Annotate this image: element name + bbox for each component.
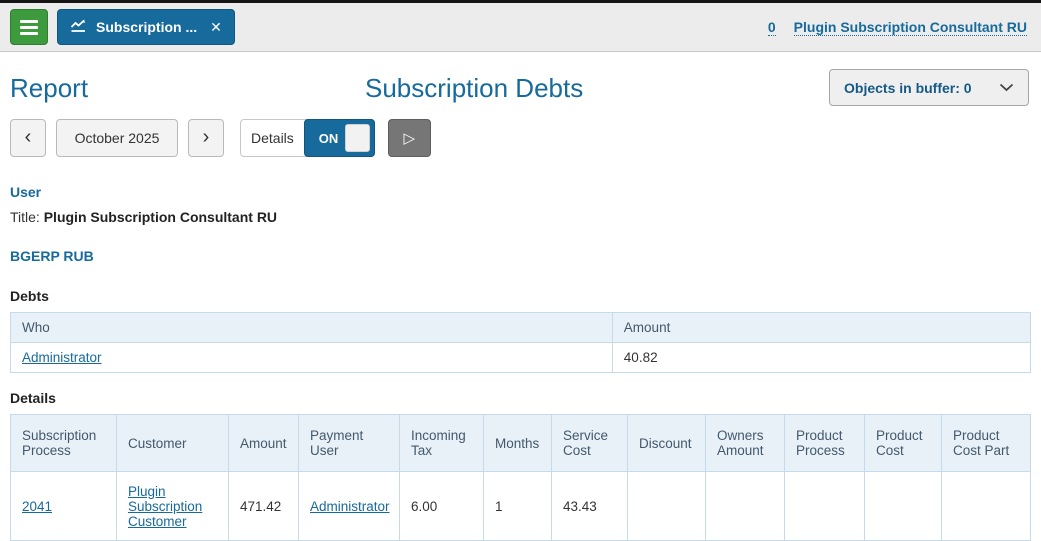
details-header-row: Subscription Process Customer Amount Pay… [10, 414, 1031, 472]
details-table-row: 2041 Plugin Subscription Customer 471.42… [10, 471, 1031, 541]
period-button[interactable]: October 2025 [56, 119, 178, 157]
details-service-cost-cell: 43.43 [551, 471, 628, 541]
close-icon[interactable]: ✕ [210, 19, 222, 36]
details-col-months: Months [483, 414, 552, 472]
details-section-heading: Details [10, 390, 56, 406]
debts-table: Who Amount Administrator 40.82 [10, 312, 1032, 373]
details-table: Subscription Process Customer Amount Pay… [10, 414, 1031, 541]
details-col-customer: Customer [116, 414, 229, 472]
details-payment-user-cell: Administrator [298, 471, 400, 541]
details-toggle-switch[interactable]: ON [303, 119, 375, 157]
debts-amount-cell: 40.82 [611, 342, 1032, 373]
prev-period-button[interactable]: ‹ [10, 119, 46, 157]
debts-section-heading: Debts [10, 288, 49, 304]
details-product-cost-cell [864, 471, 942, 541]
toggle-state-label: ON [318, 130, 339, 146]
details-amount-cell: 471.42 [228, 471, 299, 541]
report-title: Subscription Debts [365, 73, 584, 103]
objects-in-buffer-button[interactable]: Objects in buffer: 0 [829, 69, 1029, 106]
details-product-process-cell [784, 471, 865, 541]
currency-section-heading: BGERP RUB [10, 248, 94, 264]
objects-in-buffer-label: Objects in buffer: 0 [844, 79, 972, 96]
details-months-cell: 1 [483, 471, 552, 541]
details-customer-cell: Plugin Subscription Customer [116, 471, 229, 541]
chevron-down-icon [999, 83, 1014, 92]
chart-trend-icon [70, 19, 87, 36]
debts-col-who: Who [10, 312, 613, 343]
details-toggle-label: Details [251, 130, 294, 146]
buffer-count-link[interactable]: 0 [767, 19, 776, 36]
current-user-link[interactable]: Plugin Subscription Consultant RU [793, 19, 1027, 36]
details-col-service-cost: Service Cost [551, 414, 628, 472]
header-row: Report Subscription Debts Objects in buf… [10, 68, 1031, 110]
details-col-owners-amount: Owners Amount [705, 414, 785, 472]
menu-button[interactable] [10, 9, 48, 45]
user-section-heading: User [10, 184, 42, 200]
toggle-knob [344, 124, 370, 152]
details-product-cost-part-cell [941, 471, 1031, 541]
user-title-value: Plugin Subscription Consultant RU [43, 209, 278, 225]
details-col-product-cost: Product Cost [864, 414, 942, 472]
next-period-button[interactable]: › [188, 119, 224, 157]
details-col-amount: Amount [228, 414, 299, 472]
play-icon: ▷ [403, 129, 416, 147]
debts-col-amount: Amount [611, 312, 1032, 343]
payment-user-link[interactable]: Administrator [310, 499, 390, 514]
report-page: Report Subscription Debts Objects in buf… [0, 68, 1041, 541]
details-incoming-tax-cell: 6.00 [399, 471, 484, 541]
details-col-product-process: Product Process [784, 414, 865, 472]
hamburger-icon [20, 19, 38, 35]
details-col-payment-user: Payment User [298, 414, 400, 472]
details-process-cell: 2041 [10, 471, 117, 541]
debts-who-link[interactable]: Administrator [22, 350, 102, 365]
tab-subscription-report[interactable]: Subscription ... ✕ [57, 9, 235, 45]
details-col-incoming-tax: Incoming Tax [399, 414, 484, 472]
tab-label: Subscription ... [96, 19, 198, 35]
run-report-button[interactable]: ▷ [387, 119, 431, 157]
user-title-label: Title: [10, 209, 40, 225]
topbar-user-area: 0 Plugin Subscription Consultant RU [767, 19, 1031, 36]
debts-who-cell: Administrator [10, 342, 613, 373]
details-toggle-group: Details ON [240, 119, 375, 157]
details-col-product-cost-part: Product Cost Part [941, 414, 1031, 472]
customer-link[interactable]: Plugin Subscription Customer [128, 484, 202, 529]
subscription-process-link[interactable]: 2041 [22, 499, 52, 514]
details-owners-amount-cell [705, 471, 785, 541]
debts-header-row: Who Amount [10, 312, 1032, 343]
user-title-line: Title: Plugin Subscription Consultant RU [10, 209, 1031, 225]
details-col-subscription-process: Subscription Process [10, 414, 117, 472]
details-discount-cell [627, 471, 706, 541]
report-controls: ‹ October 2025 › Details ON ▷ [10, 119, 1031, 157]
debts-table-row: Administrator 40.82 [10, 342, 1032, 373]
topbar: Subscription ... ✕ 0 Plugin Subscription… [0, 3, 1041, 52]
details-col-discount: Discount [627, 414, 706, 472]
